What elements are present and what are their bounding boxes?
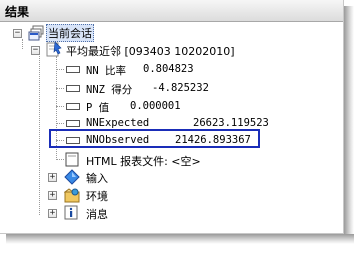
result-name: NN 比率 [86,65,126,77]
html-report-icon [65,152,79,167]
environment-label[interactable]: 环境 [86,188,108,204]
result-row[interactable]: NN 比率 0.804823 [0,61,343,79]
info-icon [64,205,78,220]
panel-title: 结果 [5,5,30,19]
result-name: NNZ 得分 [86,84,133,96]
result-value: -4.825232 [152,82,209,94]
result-value: 26623.119523 [193,117,269,129]
diamond-icon [64,169,80,185]
tree-node-session[interactable]: − 当前会话 [0,24,343,42]
session-label[interactable]: 当前会话 [46,24,94,42]
result-name: NNExpected [86,117,150,129]
messages-label[interactable]: 消息 [86,206,108,222]
inputs-label[interactable]: 输入 [86,170,108,186]
expand-icon[interactable]: + [48,191,57,200]
result-name: P 值 [86,102,110,114]
panel-titlebar: 结果 [0,0,343,22]
tree-node-tool[interactable]: − 平均最近邻 [093403 10202010] [0,41,343,59]
environment-icon [64,188,80,203]
result-value: 0.000001 [130,100,181,112]
tree-node-messages[interactable]: + 消息 [0,204,343,222]
collapse-icon[interactable]: − [13,29,22,38]
value-icon [66,103,80,110]
value-icon [66,120,80,127]
highlight-box [49,129,260,148]
result-value: 0.804823 [143,63,194,75]
html-report-label[interactable]: HTML 报表文件: <空> [86,153,201,169]
result-row[interactable]: NNZ 得分 -4.825232 [0,80,343,98]
html-report-row[interactable]: HTML 报表文件: <空> [0,151,343,169]
panel-shadow-bottom [6,234,354,244]
tool-icon [46,41,62,57]
value-icon [66,85,80,92]
tool-label[interactable]: 平均最近邻 [093403 10202010] [66,43,235,59]
tree-node-environment[interactable]: + 环境 [0,186,343,204]
panel-shadow-right [344,6,354,242]
result-row[interactable]: P 值 0.000001 [0,98,343,116]
tree-node-inputs[interactable]: + 输入 [0,168,343,186]
expand-icon[interactable]: + [48,173,57,182]
collapse-icon[interactable]: − [31,46,40,55]
results-panel: 结果 − 当前会话 − 平均最近邻 [093403 10202010] NN 比… [0,0,344,234]
expand-icon[interactable]: + [48,209,57,218]
session-icon [28,25,44,41]
value-icon [66,66,80,73]
